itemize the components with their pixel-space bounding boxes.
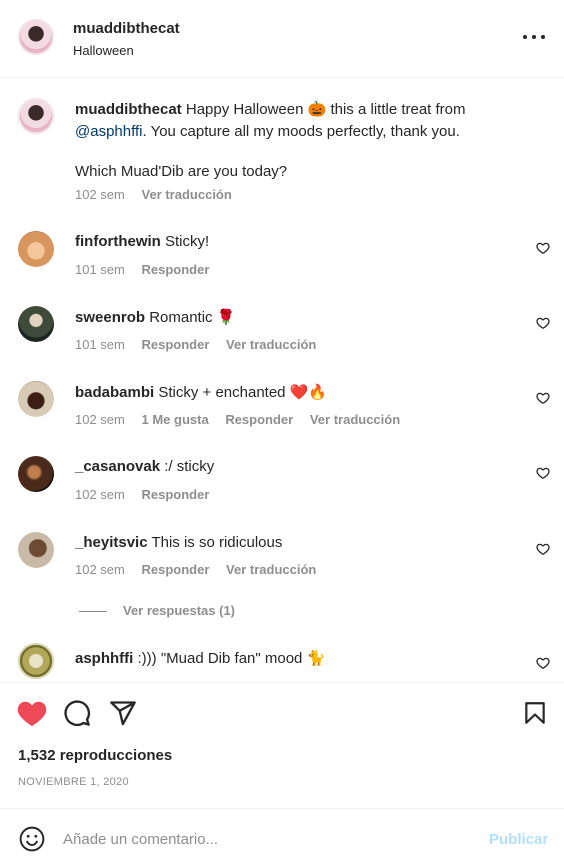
author-avatar[interactable] (18, 19, 54, 55)
comment-text: finforthewin Sticky! (75, 231, 515, 253)
comment-body: Romantic (149, 309, 213, 326)
caption-part: Which Muad'Dib are you today? (75, 163, 288, 180)
replies-divider (79, 611, 107, 613)
comment-text: _casanovak :/ sticky (75, 456, 515, 478)
reply-button[interactable]: Responder (225, 412, 293, 427)
reply-button[interactable]: Responder (142, 487, 210, 502)
comment-body: Sticky! (165, 233, 210, 250)
comment-meta: 102 sem Responder Ver traducción (75, 562, 329, 577)
like-comment-heart-icon[interactable] (536, 656, 550, 670)
heart-fire-emoji: ❤️🔥 (289, 383, 328, 401)
pumpkin-emoji: 🎃 (307, 100, 327, 118)
comment-text: badabambi Sticky + enchanted ❤️🔥 (75, 381, 515, 404)
publish-button[interactable]: Publicar (489, 831, 548, 848)
mention-link[interactable]: @asphhffi (75, 123, 143, 140)
commenter-username[interactable]: asphhffi (75, 650, 133, 667)
heart-icon[interactable] (17, 699, 47, 727)
comment-body: :))) "Muad Dib fan" mood (137, 650, 303, 667)
commenter-avatar[interactable] (18, 381, 54, 417)
commenter-avatar[interactable] (18, 643, 54, 679)
like-comment-heart-icon[interactable] (536, 241, 550, 255)
comment-body: :/ sticky (164, 458, 215, 475)
emoji-icon[interactable] (19, 826, 45, 852)
translate-button[interactable]: Ver traducción (142, 187, 232, 202)
action-bar: 1,532 reproducciones NOVIEMBRE 1, 2020 (0, 682, 564, 808)
translate-button[interactable]: Ver traducción (226, 337, 316, 352)
bookmark-icon[interactable] (522, 699, 548, 727)
comment-input[interactable] (63, 827, 463, 851)
comment-time[interactable]: 101 sem (75, 262, 125, 277)
comment-text: asphhffi :))) "Muad Dib fan" mood 🐈 (75, 647, 515, 670)
like-comment-heart-icon[interactable] (536, 391, 550, 405)
views-count[interactable]: 1,532 reproducciones (18, 747, 172, 764)
like-comment-heart-icon[interactable] (536, 542, 550, 556)
commenter-username[interactable]: _casanovak (75, 458, 160, 475)
more-options-button[interactable] (520, 26, 548, 46)
commenter-avatar[interactable] (18, 306, 54, 342)
share-icon[interactable] (109, 699, 137, 727)
comment-time[interactable]: 102 sem (75, 487, 125, 502)
reply-button[interactable]: Responder (142, 262, 210, 277)
commenter-username[interactable]: finforthewin (75, 233, 161, 250)
caption-text: muaddibthecat Happy Halloween 🎃 this a l… (75, 98, 515, 183)
add-comment-bar: Publicar (0, 808, 564, 867)
comment-icon[interactable] (63, 699, 91, 727)
more-icon-dot (532, 35, 536, 39)
reply-button[interactable]: Responder (142, 562, 210, 577)
cat-emoji: 🐈 (306, 649, 326, 667)
comment-text: _heyitsvic This is so ridiculous (75, 532, 515, 554)
reply-button[interactable]: Responder (142, 337, 210, 352)
caption-username[interactable]: muaddibthecat (75, 101, 182, 118)
view-replies-label: Ver respuestas (1) (123, 603, 236, 618)
caption-part: . You capture all my moods perfectly, th… (142, 123, 460, 140)
comment-meta: 101 sem Responder Ver traducción (75, 337, 329, 352)
caption-meta: 102 sem Ver traducción (75, 187, 245, 202)
comment-meta: 102 sem 1 Me gusta Responder Ver traducc… (75, 412, 413, 427)
comment-meta: 101 sem Responder (75, 262, 222, 277)
caption-avatar[interactable] (18, 98, 54, 134)
more-icon-dot (541, 35, 545, 39)
comment-time[interactable]: 102 sem (75, 562, 125, 577)
comment-body: This is so ridiculous (151, 534, 283, 551)
commenter-username[interactable]: sweenrob (75, 309, 145, 326)
commenter-username[interactable]: badabambi (75, 384, 154, 401)
like-comment-heart-icon[interactable] (536, 316, 550, 330)
commenter-avatar[interactable] (18, 532, 54, 568)
commenter-username[interactable]: _heyitsvic (75, 534, 148, 551)
comment-time[interactable]: 101 sem (75, 337, 125, 352)
comment-time[interactable]: 102 sem (75, 412, 125, 427)
commenter-avatar[interactable] (18, 456, 54, 492)
commenter-avatar[interactable] (18, 231, 54, 267)
comments-list[interactable]: muaddibthecat Happy Halloween 🎃 this a l… (0, 79, 564, 681)
like-comment-heart-icon[interactable] (536, 466, 550, 480)
caption-part: this a little treat from (330, 101, 466, 118)
more-icon (523, 35, 527, 39)
caption-part: Happy Halloween (185, 101, 304, 118)
post-header: muaddibthecat Halloween (0, 0, 564, 78)
translate-button[interactable]: Ver traducción (226, 562, 316, 577)
view-replies-button[interactable]: Ver respuestas (1) (79, 603, 235, 618)
comment-meta: 102 sem Responder (75, 487, 222, 502)
author-username[interactable]: muaddibthecat (73, 20, 180, 37)
comment-text: sweenrob Romantic 🌹 (75, 306, 515, 329)
post-date[interactable]: NOVIEMBRE 1, 2020 (18, 776, 129, 788)
comment-body: Sticky + enchanted (158, 384, 286, 401)
likes-count[interactable]: 1 Me gusta (142, 412, 209, 427)
post-location[interactable]: Halloween (73, 43, 134, 58)
translate-button[interactable]: Ver traducción (310, 412, 400, 427)
caption-time[interactable]: 102 sem (75, 187, 125, 202)
rose-emoji: 🌹 (216, 308, 236, 326)
